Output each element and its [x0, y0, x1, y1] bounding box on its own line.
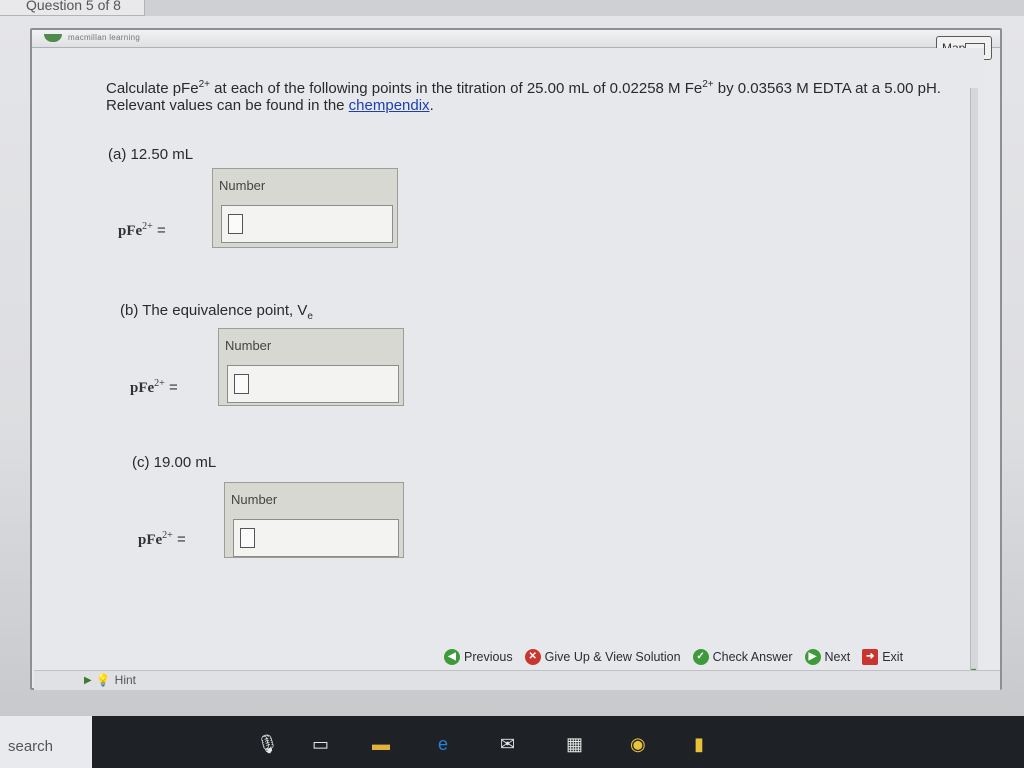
- check-icon: ✓: [692, 649, 709, 665]
- part-b-label-text: (b) The equivalence point, V: [120, 302, 308, 319]
- question-tab: Question 5 of 8: [0, 0, 145, 16]
- exit-icon: ➜: [862, 649, 879, 665]
- part-a-pfe-label: pFe2+ =: [118, 221, 166, 240]
- chrome-icon[interactable]: ◉: [630, 734, 646, 755]
- give-up-button[interactable]: ✕ Give Up & View Solution: [524, 649, 681, 665]
- part-b-pfe-text: pFe: [130, 380, 155, 396]
- close-circle-icon: ✕: [524, 649, 541, 665]
- part-a-pfe-charge: 2+: [142, 221, 153, 232]
- part-b-answer-box: Number: [218, 328, 404, 406]
- part-b-label: (b) The equivalence point, Ve: [120, 302, 313, 322]
- hint-bulb-icon: 💡: [95, 673, 111, 687]
- check-answer-label: Check Answer: [712, 650, 793, 664]
- part-b-number-label: Number: [225, 338, 272, 353]
- part-a-input[interactable]: [221, 205, 393, 243]
- question-text-part4: .: [429, 97, 434, 114]
- part-a-number-label: Number: [219, 178, 266, 193]
- part-b-equals: =: [164, 379, 178, 396]
- give-up-label: Give Up & View Solution: [544, 650, 681, 664]
- question-text-part2: at each of the following points in the t…: [209, 80, 703, 97]
- part-c-number-label: Number: [231, 492, 278, 507]
- bottom-bar: ▶ 💡 Hint ◀ Previous ✕ Give Up & View Sol…: [34, 649, 1000, 690]
- check-answer-button[interactable]: ✓ Check Answer: [692, 649, 793, 665]
- arrow-right-icon: ▶: [804, 649, 821, 665]
- part-b-input[interactable]: [227, 365, 399, 403]
- part-a-equals: =: [152, 222, 166, 239]
- taskbar-search[interactable]: search: [0, 716, 92, 768]
- vertical-scrollbar[interactable]: [970, 88, 978, 673]
- mail-icon[interactable]: ✉: [500, 734, 515, 755]
- task-view-icon[interactable]: ▭: [312, 734, 329, 755]
- hint-button[interactable]: ▶ 💡 Hint: [84, 673, 136, 687]
- part-c-label: (c) 19.00 mL: [132, 454, 217, 471]
- question-text-part1: Calculate pFe: [106, 80, 199, 97]
- logo-mark-icon: [44, 33, 62, 42]
- file-explorer-icon[interactable]: ▬: [372, 734, 390, 755]
- edge-browser-icon[interactable]: e: [438, 734, 448, 755]
- arrow-left-icon: ◀: [444, 649, 460, 665]
- part-b-pfe-charge: 2+: [154, 378, 165, 389]
- sticky-notes-icon[interactable]: ▮: [694, 734, 704, 755]
- expand-arrow-icon: ▶: [84, 674, 92, 686]
- part-c-pfe-charge: 2+: [162, 530, 173, 541]
- brand-logo: macmillan learning: [44, 33, 140, 42]
- question-counter: Question 5 of 8: [26, 0, 121, 13]
- exit-label: Exit: [882, 650, 904, 664]
- previous-label: Previous: [464, 650, 513, 664]
- hint-label: Hint: [114, 673, 136, 687]
- frame-header: macmillan learning: [32, 30, 1000, 48]
- brand-name: macmillan learning: [68, 33, 141, 42]
- question-charge-2: 2+: [702, 79, 714, 90]
- part-b-label-sub: e: [307, 311, 313, 322]
- next-button[interactable]: ▶ Next: [804, 649, 851, 665]
- part-a-answer-box: Number: [212, 168, 398, 248]
- previous-button[interactable]: ◀ Previous: [444, 649, 513, 665]
- microphone-icon[interactable]: 🎙: [256, 734, 279, 755]
- part-c-pfe-text: pFe: [138, 532, 163, 548]
- question-charge-1: 2+: [198, 79, 210, 90]
- part-a-label: (a) 12.50 mL: [108, 146, 194, 163]
- taskbar: search 🎙 ▭ ▬ e ✉ ▦ ◉ ▮: [0, 716, 1024, 768]
- chempendix-link[interactable]: chempendix: [349, 97, 430, 114]
- search-label: search: [8, 738, 54, 755]
- text-caret-icon: [234, 374, 249, 394]
- text-caret-icon: [240, 528, 255, 548]
- question-text: Calculate pFe2+ at each of the following…: [106, 76, 966, 114]
- part-b-pfe-label: pFe2+ =: [130, 378, 178, 397]
- part-c-answer-box: Number: [224, 482, 404, 558]
- store-icon[interactable]: ▦: [566, 734, 583, 755]
- exit-button[interactable]: ➜ Exit: [862, 649, 903, 665]
- part-c-input[interactable]: [233, 519, 399, 557]
- part-a-pfe-text: pFe: [118, 223, 143, 239]
- next-label: Next: [824, 650, 851, 664]
- navigation-buttons: ◀ Previous ✕ Give Up & View Solution ✓ C…: [444, 649, 903, 665]
- part-c-equals: =: [172, 531, 186, 548]
- part-c-pfe-label: pFe2+ =: [138, 530, 186, 549]
- question-frame: macmillan learning Map Calculate pFe2+ a…: [30, 28, 1002, 690]
- text-caret-icon: [228, 214, 243, 234]
- question-content: Calculate pFe2+ at each of the following…: [34, 48, 984, 676]
